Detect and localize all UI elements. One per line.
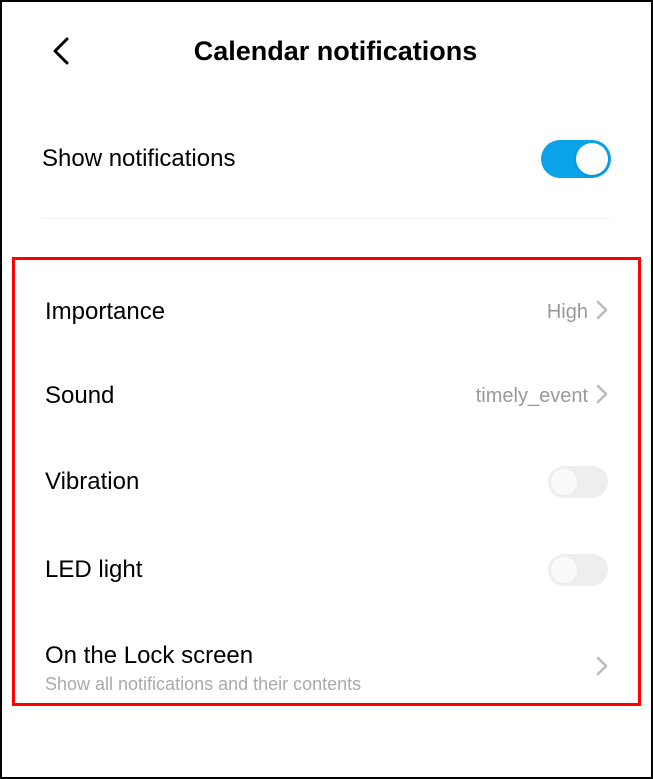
- divider: [42, 218, 611, 219]
- sound-value: timely_event: [476, 385, 588, 408]
- importance-value: High: [547, 301, 588, 324]
- highlighted-settings-group: Importance High Sound timely_event: [12, 257, 641, 706]
- show-notifications-label: Show notifications: [42, 145, 235, 173]
- importance-row[interactable]: Importance High: [15, 270, 638, 354]
- led-light-label: LED light: [45, 556, 142, 584]
- toggle-knob: [551, 557, 577, 583]
- page-title: Calendar notifications: [60, 36, 611, 67]
- lock-screen-label: On the Lock screen: [45, 642, 361, 670]
- header: Calendar notifications: [2, 2, 651, 90]
- show-notifications-toggle[interactable]: [541, 140, 611, 178]
- sound-row[interactable]: Sound timely_event: [15, 354, 638, 438]
- lock-screen-row[interactable]: On the Lock screen Show all notification…: [15, 614, 638, 703]
- importance-label: Importance: [45, 298, 165, 326]
- chevron-right-icon: [596, 300, 608, 325]
- led-light-toggle[interactable]: [548, 554, 608, 586]
- toggle-knob: [576, 143, 608, 175]
- vibration-toggle[interactable]: [548, 466, 608, 498]
- vibration-label: Vibration: [45, 468, 139, 496]
- led-light-row: LED light: [15, 526, 638, 614]
- lock-screen-sublabel: Show all notifications and their content…: [45, 674, 361, 695]
- show-notifications-row: Show notifications: [2, 140, 651, 178]
- toggle-knob: [551, 469, 577, 495]
- sound-label: Sound: [45, 382, 114, 410]
- chevron-right-icon: [596, 384, 608, 409]
- vibration-row: Vibration: [15, 438, 638, 526]
- chevron-right-icon: [596, 656, 608, 681]
